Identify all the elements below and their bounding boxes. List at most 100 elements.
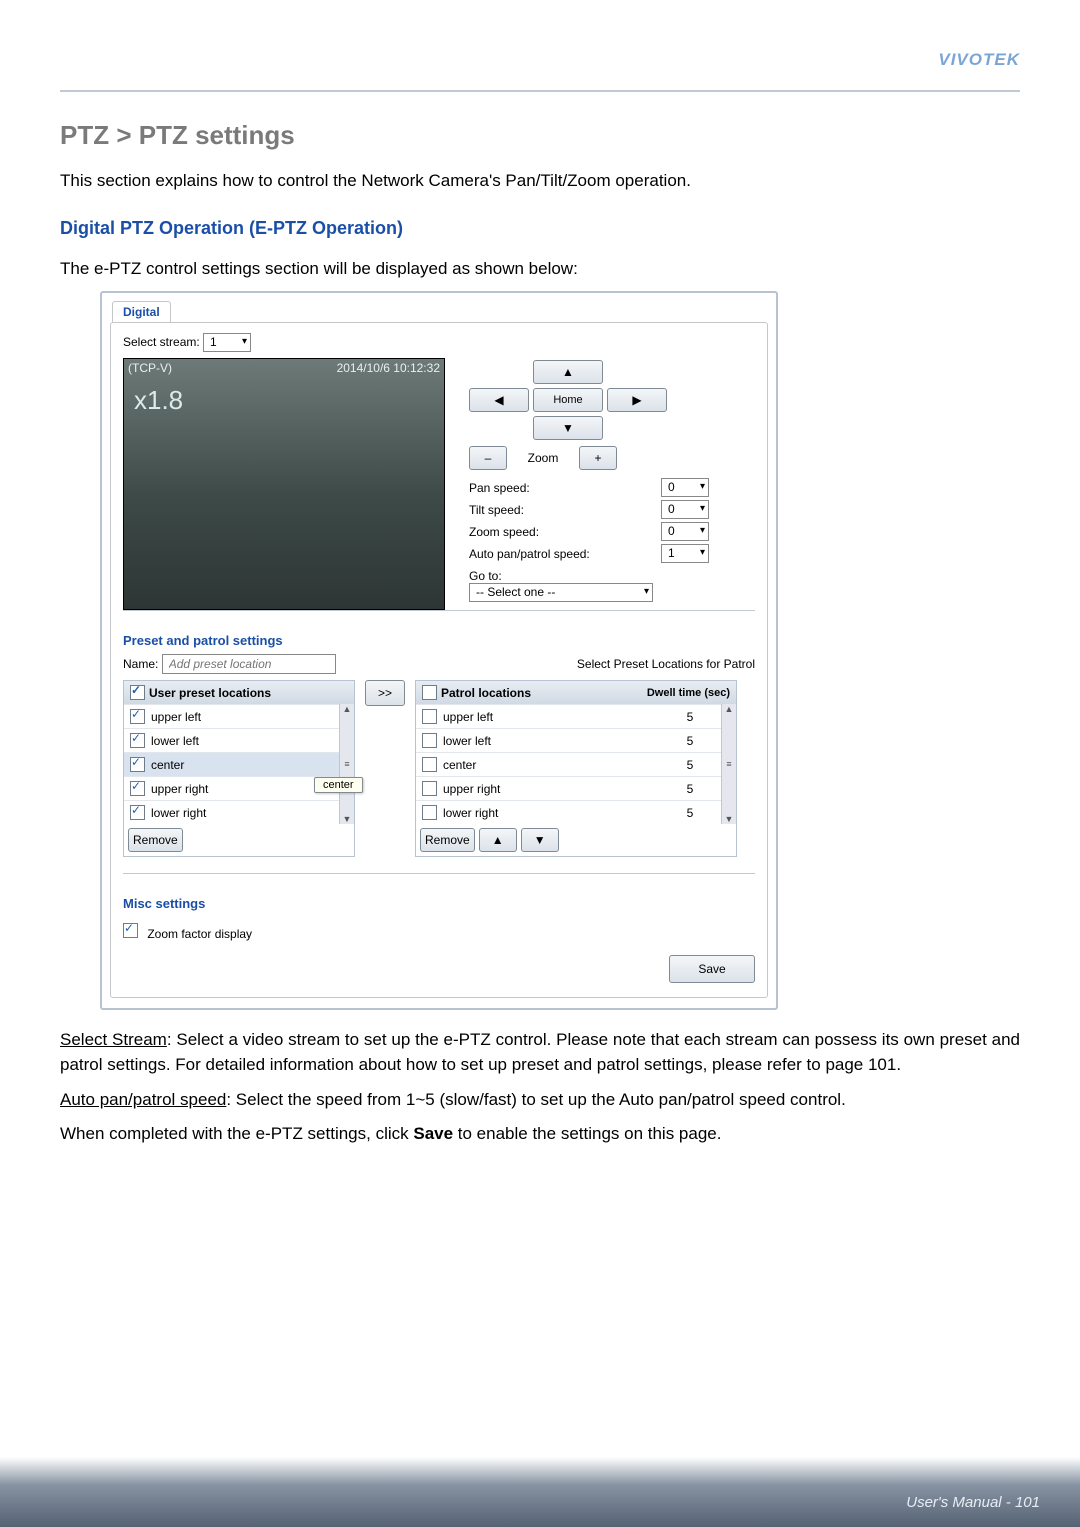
patrol-checkbox[interactable] [422,709,437,724]
zoom-speed-label: Zoom speed: [469,525,539,539]
preset-name-input[interactable] [162,654,336,674]
preset-label: lower right [151,806,206,820]
preset-checkbox[interactable] [130,709,145,724]
select-patrol-label: Select Preset Locations for Patrol [577,657,755,671]
save-button[interactable]: Save [669,955,755,983]
zoom-out-button[interactable]: – [469,446,507,470]
list-item[interactable]: center [124,752,339,776]
save-keyword: Save [413,1124,453,1143]
patrol-checkbox[interactable] [422,757,437,772]
preset-checkbox[interactable] [130,805,145,820]
auto-speed-label: Auto pan/patrol speed: [469,547,590,561]
patrol-checkbox[interactable] [422,805,437,820]
section-subheading: Digital PTZ Operation (E-PTZ Operation) [60,218,1020,239]
list-item[interactable]: lower right 5 [416,800,721,824]
list-item[interactable]: lower left 5 [416,728,721,752]
pan-speed-select[interactable]: 0 [661,478,709,497]
preset-name-label: Name: [123,657,158,671]
patrol-move-down-button[interactable]: ▼ [521,828,559,852]
footer-text: User's Manual - 101 [906,1494,1040,1511]
preset-label: lower left [151,734,199,748]
dwell-value[interactable]: 5 [665,758,715,772]
ptz-down-button[interactable]: ▼ [533,416,603,440]
preset-label: upper left [151,710,201,724]
video-preview[interactable]: (TCP-V) 2014/10/6 10:12:32 x1.8 [123,358,445,610]
goto-select[interactable]: -- Select one -- [469,583,653,602]
tooltip: center [314,777,363,793]
zoom-factor-display-label: Zoom factor display [147,927,252,941]
tilt-speed-label: Tilt speed: [469,503,524,517]
user-preset-master-checkbox[interactable] [130,685,145,700]
intro-text: This section explains how to control the… [60,169,1020,194]
list-item[interactable]: upper right [124,776,339,800]
eptz-settings-panel: Digital Select stream: 1 (TCP-V) 2014/10… [100,291,778,1010]
ptz-left-button[interactable]: ◀ [469,388,529,412]
header-rule [60,90,1020,92]
preset-section-title: Preset and patrol settings [123,633,283,648]
patrol-label: lower right [443,806,659,820]
video-zoom-factor: x1.8 [134,385,183,416]
para-select-stream-lead: Select Stream [60,1030,167,1049]
video-connection-label: (TCP-V) [128,361,172,375]
preset-checkbox[interactable] [130,733,145,748]
zoom-factor-display-checkbox[interactable] [123,923,138,938]
para-select-stream-rest: : Select a video stream to set up the e-… [60,1030,1020,1074]
para-auto-speed-rest: : Select the speed from 1~5 (slow/fast) … [226,1090,845,1109]
dwell-value[interactable]: 5 [665,782,715,796]
user-preset-header: User preset locations [149,686,271,700]
remove-preset-button[interactable]: Remove [128,828,183,852]
patrol-checkbox[interactable] [422,781,437,796]
scrollbar[interactable]: ▲≡▼ [721,704,736,824]
para-select-stream: Select Stream: Select a video stream to … [60,1028,1020,1077]
tilt-speed-select[interactable]: 0 [661,500,709,519]
patrol-checkbox[interactable] [422,733,437,748]
ptz-up-button[interactable]: ▲ [533,360,603,384]
page-number: 101 [1015,1494,1040,1511]
patrol-label: upper left [443,710,659,724]
para-save: When completed with the e-PTZ settings, … [60,1122,1020,1147]
dwell-value[interactable]: 5 [665,734,715,748]
list-item[interactable]: upper left 5 [416,704,721,728]
ptz-controls: ▲ ◀ Home ▶ ▼ – Zoom + [469,358,755,602]
zoom-in-button[interactable]: + [579,446,617,470]
preset-label: upper right [151,782,208,796]
patrol-label: upper right [443,782,659,796]
auto-speed-select[interactable]: 1 [661,544,709,563]
para-auto-speed-lead: Auto pan/patrol speed [60,1090,226,1109]
patrol-label: center [443,758,659,772]
list-item[interactable]: upper right 5 [416,776,721,800]
footer-strip: User's Manual - 101 [0,1457,1080,1527]
remove-patrol-button[interactable]: Remove [420,828,475,852]
preset-label: center [151,758,184,772]
list-item[interactable]: upper left [124,704,339,728]
video-timestamp: 2014/10/6 10:12:32 [337,361,440,375]
pan-speed-label: Pan speed: [469,481,530,495]
ptz-home-button[interactable]: Home [533,388,603,412]
scrollbar[interactable]: ▲≡▼ [339,704,354,824]
select-stream-dropdown[interactable]: 1 [203,333,251,352]
brand-text: VIVOTEK [938,50,1020,70]
user-preset-list: upper left lower left center [124,704,339,824]
patrol-label: lower left [443,734,659,748]
patrol-header: Patrol locations [441,686,531,700]
preset-checkbox[interactable] [130,757,145,772]
para-auto-speed: Auto pan/patrol speed: Select the speed … [60,1088,1020,1113]
preset-checkbox[interactable] [130,781,145,796]
tab-digital[interactable]: Digital [112,301,171,322]
goto-label: Go to: [469,569,755,583]
move-to-patrol-button[interactable]: >> [365,680,405,706]
dwell-value[interactable]: 5 [665,710,715,724]
list-item[interactable]: lower right [124,800,339,824]
sub-intro-text: The e-PTZ control settings section will … [60,257,1020,282]
patrol-move-up-button[interactable]: ▲ [479,828,517,852]
zoom-speed-select[interactable]: 0 [661,522,709,541]
list-item[interactable]: lower left [124,728,339,752]
select-stream-label: Select stream: [123,335,200,349]
dwell-value[interactable]: 5 [665,806,715,820]
misc-section-title: Misc settings [123,896,205,911]
page-title: PTZ > PTZ settings [60,120,1020,151]
dwell-header: Dwell time (sec) [647,687,730,699]
ptz-right-button[interactable]: ▶ [607,388,667,412]
list-item[interactable]: center 5 [416,752,721,776]
patrol-master-checkbox[interactable] [422,685,437,700]
